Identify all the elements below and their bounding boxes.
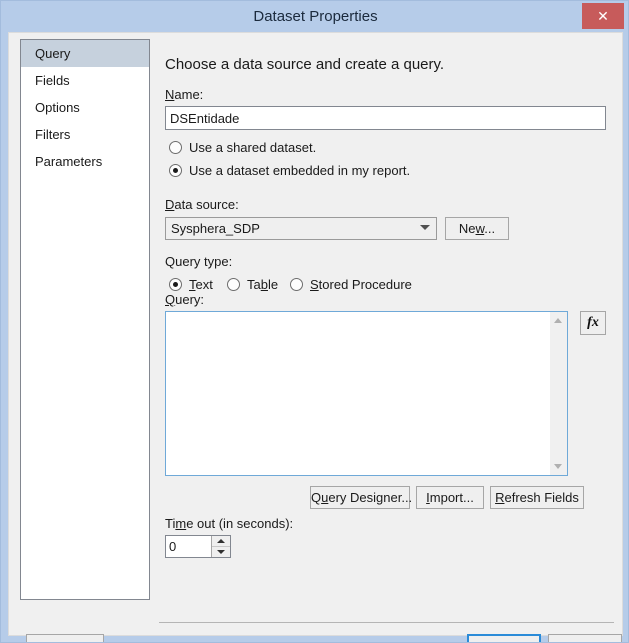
radio-query-type-text[interactable]: Text	[169, 277, 213, 292]
sidebar-item-fields[interactable]: Fields	[21, 67, 149, 94]
new-button-accelerator: w	[475, 221, 485, 236]
chevron-down-icon	[420, 225, 430, 230]
ok-button[interactable]: OK	[467, 634, 541, 642]
radio-table-post: le	[267, 277, 279, 292]
radio-use-embedded-dataset[interactable]: Use a dataset embedded in my report.	[169, 163, 410, 178]
radio-text-indicator	[169, 278, 182, 291]
radio-text-post: ext	[195, 277, 213, 292]
data-source-label-text: ata source:	[174, 197, 239, 212]
radio-sp-accelerator: S	[310, 277, 319, 292]
radio-table-accelerator: b	[260, 277, 268, 292]
timeout-stepper	[165, 535, 231, 558]
new-data-source-button[interactable]: New...	[445, 217, 509, 240]
query-scrollbar[interactable]	[550, 312, 567, 475]
expression-fx-icon[interactable]: fx	[580, 311, 606, 335]
timeout-label-accelerator: m	[175, 516, 187, 531]
radio-stored-procedure-label: Stored Procedure	[310, 277, 412, 292]
name-label: Name:	[165, 87, 203, 102]
dialog-client-area: Query Fields Options Filters Parameters …	[8, 32, 623, 642]
name-label-text: ame:	[174, 87, 204, 102]
radio-shared-indicator	[169, 141, 182, 154]
refresh-fields-button[interactable]: Refresh Fields	[490, 486, 584, 509]
query-label: Query:	[165, 292, 204, 307]
name-input[interactable]	[165, 106, 606, 130]
radio-embedded-label: Use a dataset embedded in my report.	[189, 163, 411, 178]
query-page: Choose a data source and create a query.…	[159, 39, 614, 629]
query-designer-pre: Q	[311, 490, 322, 505]
sidebar-item-options[interactable]: Options	[21, 94, 149, 121]
radio-sp-post: tored Procedure	[318, 277, 412, 292]
radio-shared-label: Use a shared dataset.	[189, 140, 317, 155]
query-designer-post: ery Designer...	[328, 490, 413, 505]
close-icon[interactable]: ✕	[582, 3, 624, 29]
page-title: Choose a data source and create a query.	[165, 56, 445, 73]
data-source-label-accelerator: D	[165, 197, 175, 212]
sidebar-item-query[interactable]: Query	[21, 40, 149, 67]
radio-stored-procedure-indicator	[290, 278, 303, 291]
title-bar: Dataset Properties ✕	[1, 1, 628, 32]
radio-use-shared-dataset[interactable]: Use a shared dataset.	[169, 140, 316, 155]
new-button-pre: Ne	[458, 221, 476, 236]
sidebar-item-parameters[interactable]: Parameters	[21, 148, 149, 175]
radio-query-type-stored-procedure[interactable]: Stored Procedure	[290, 277, 412, 292]
query-type-label: Query type:	[165, 254, 233, 269]
radio-table-indicator	[227, 278, 240, 291]
category-nav-list: Query Fields Options Filters Parameters	[20, 39, 150, 600]
radio-query-type-table[interactable]: Table	[227, 277, 278, 292]
query-designer-button[interactable]: Query Designer...	[310, 486, 413, 509]
scroll-up-icon[interactable]	[554, 318, 562, 323]
refresh-fields-post: efresh Fields	[504, 490, 579, 505]
query-editor	[165, 311, 568, 476]
scroll-down-icon[interactable]	[554, 464, 562, 469]
radio-table-pre: Ta	[247, 277, 261, 292]
new-button-post: ...	[484, 221, 496, 236]
radio-text-label: Text	[189, 277, 213, 292]
timeout-stepper-buttons	[211, 536, 230, 557]
import-button[interactable]: Import...	[416, 486, 484, 509]
timeout-label: Time out (in seconds):	[165, 516, 293, 531]
dialog-title: Dataset Properties	[253, 8, 378, 25]
query-label-text: uery:	[175, 292, 205, 307]
timeout-label-post: e out (in seconds):	[186, 516, 294, 531]
stepper-down-icon[interactable]	[212, 547, 230, 557]
query-label-accelerator: Q	[165, 292, 176, 307]
footer-divider	[159, 622, 614, 623]
radio-embedded-indicator	[169, 164, 182, 177]
import-post: mport...	[429, 490, 474, 505]
query-input[interactable]	[166, 312, 551, 475]
timeout-label-pre: Ti	[165, 516, 176, 531]
data-source-label: Data source:	[165, 197, 239, 212]
data-source-value: Sysphera_SDP	[171, 221, 260, 236]
cancel-button[interactable]: Cancel	[548, 634, 622, 642]
sidebar-item-filters[interactable]: Filters	[21, 121, 149, 148]
dataset-properties-dialog: Dataset Properties ✕ Query Fields Option…	[0, 0, 629, 643]
help-button[interactable]: Help	[26, 634, 104, 642]
timeout-input[interactable]	[166, 536, 212, 557]
stepper-up-icon[interactable]	[212, 536, 230, 547]
radio-table-label: Table	[247, 277, 278, 292]
data-source-select[interactable]: Sysphera_SDP	[165, 217, 437, 240]
name-label-accelerator: N	[165, 87, 175, 102]
